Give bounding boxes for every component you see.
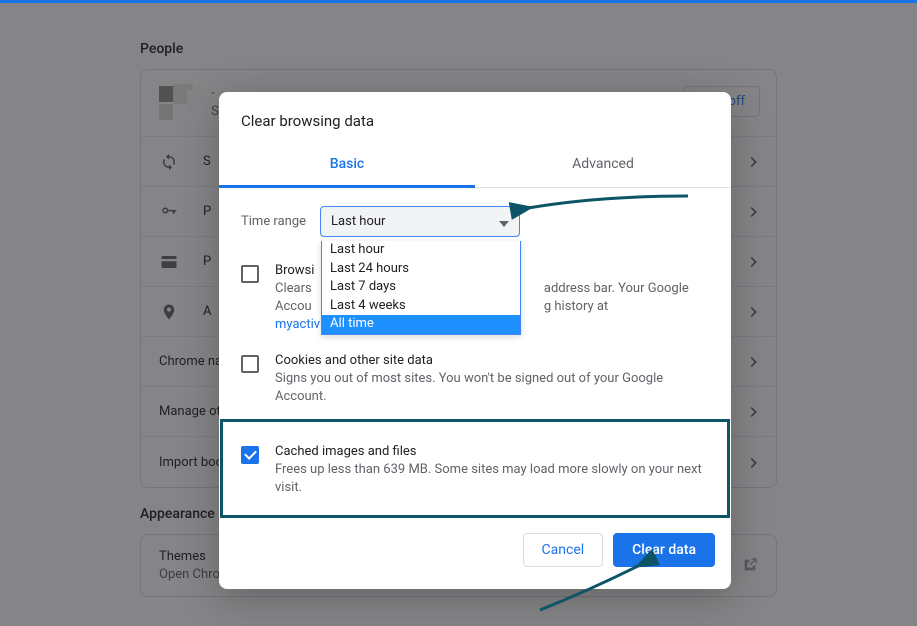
checkbox-browsing-history[interactable] (241, 265, 259, 283)
time-range-value: Last hour (331, 214, 385, 229)
tab-advanced[interactable]: Advanced (475, 146, 731, 187)
item-cached: Cached images and files Frees up less th… (221, 420, 729, 517)
dialog-footer: Cancel Clear data (219, 523, 731, 589)
time-range-select[interactable]: Last hour Last hour Last 24 hours Last 7… (320, 206, 520, 237)
item-body: Frees up less than 639 MB. Some sites ma… (275, 461, 709, 497)
checkbox-cached[interactable] (241, 446, 259, 464)
tab-basic[interactable]: Basic (219, 146, 475, 188)
clear-data-button[interactable]: Clear data (613, 533, 715, 567)
item-body: Signs you out of most sites. You won't b… (275, 370, 709, 406)
dialog-tabs: Basic Advanced (219, 146, 731, 188)
dialog-title: Clear browsing data (219, 92, 731, 146)
dialog-body: Time range Last hour Last hour Last 24 h… (219, 188, 731, 523)
time-range-dropdown: Last hour Last 24 hours Last 7 days Last… (321, 241, 521, 335)
item-title: Cached images and files (275, 444, 709, 459)
option-last-7-days[interactable]: Last 7 days (322, 278, 520, 297)
checkbox-cookies[interactable] (241, 355, 259, 373)
option-all-time[interactable]: All time (322, 315, 520, 334)
clear-browsing-data-dialog: Clear browsing data Basic Advanced Time … (219, 92, 731, 589)
cancel-button[interactable]: Cancel (523, 533, 604, 567)
item-cookies: Cookies and other site data Signs you ou… (241, 349, 709, 420)
option-last-hour[interactable]: Last hour (322, 241, 520, 260)
option-last-4-weeks[interactable]: Last 4 weeks (322, 297, 520, 316)
time-range-label: Time range (241, 214, 306, 229)
option-last-24-hours[interactable]: Last 24 hours (322, 260, 520, 279)
chevron-down-icon (499, 212, 509, 231)
time-range-row: Time range Last hour Last hour Last 24 h… (241, 206, 709, 237)
item-title: Cookies and other site data (275, 353, 709, 368)
